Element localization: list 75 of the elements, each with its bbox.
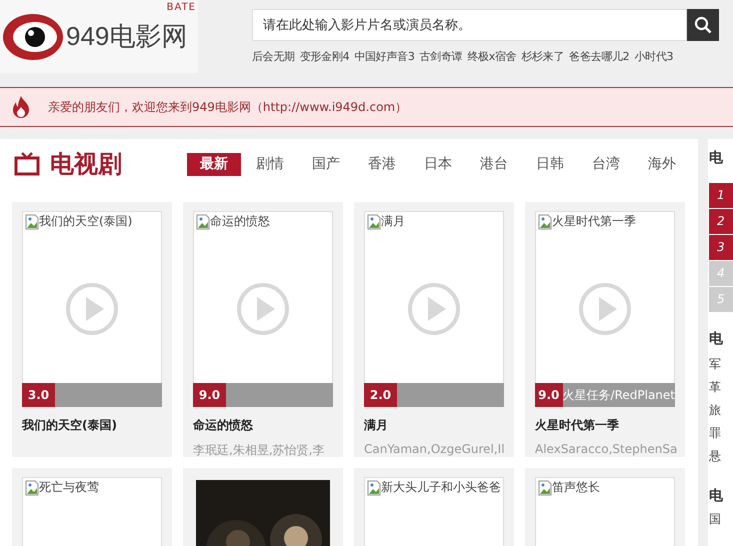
beta-label: BATE (166, 2, 196, 13)
sidebar-heading: 电 (708, 330, 724, 349)
broken-image-icon (367, 214, 381, 230)
actor-list: AlexSaracco,StephenSa (535, 442, 675, 456)
rank-number: 3 (709, 235, 733, 260)
hot-search-link[interactable]: 终极x宿舍 (467, 49, 516, 64)
movie-card[interactable]: 我们的天空(泰国) 3.0 我们的天空(泰国) (12, 202, 172, 457)
genre-link[interactable]: 军 (708, 356, 733, 379)
movie-card[interactable]: 火星时代第一季 9.0 火星任务/RedPlanet 火星时代第一季 AlexSaracco,StephenSa (525, 202, 685, 457)
hot-search-link[interactable]: 爸爸去哪儿2 (569, 49, 630, 64)
image-alt-text: 命运的愤怒 (210, 214, 270, 229)
movie-card[interactable]: 笛声悠长 (525, 468, 685, 546)
category-tab[interactable]: 日韩 (523, 152, 577, 176)
movie-card[interactable]: 死亡与夜莺 (12, 468, 172, 546)
search-icon (694, 16, 712, 34)
broken-image-icon (367, 480, 381, 496)
genre-link[interactable]: 革 (708, 379, 733, 402)
sidebar-heading: 电 (708, 149, 724, 168)
category-tab[interactable]: 海外 (635, 152, 689, 176)
tv-icon (14, 152, 40, 176)
category-tab[interactable]: 日本 (411, 152, 465, 176)
movie-card[interactable]: 新大头儿子和小头爸爸 (354, 468, 514, 546)
movie-title[interactable]: 命运的愤怒 (193, 417, 333, 434)
hot-search-link[interactable]: 古剑奇谭 (420, 49, 462, 64)
category-tab[interactable]: 台湾 (579, 152, 633, 176)
movie-title[interactable]: 满月 (364, 417, 504, 434)
search-field[interactable]: 请在此处输入影片片名或演员名称。 (252, 9, 687, 41)
movie-card[interactable]: 满月 2.0 满月 CanYaman,OzgeGurel,Il (354, 202, 514, 457)
score-badge: 9.0 (535, 383, 563, 407)
score-badge: 3.0 (22, 383, 55, 407)
genre-link[interactable]: 旅 (708, 402, 733, 425)
category-tab[interactable]: 香港 (355, 152, 409, 176)
logo-text[interactable]: 949电影网 (66, 19, 188, 54)
flame-icon (10, 95, 32, 119)
hot-search-link[interactable]: 后会无期 (252, 49, 295, 64)
movie-title[interactable]: 火星时代第一季 (535, 417, 675, 434)
rank-number: 1 (709, 183, 733, 208)
movie-title[interactable]: 我们的天空(泰国) (22, 417, 162, 434)
play-icon (407, 282, 461, 336)
score-badge: 9.0 (193, 383, 226, 407)
image-alt-text: 我们的天空(泰国) (39, 214, 132, 229)
hot-search-link[interactable]: 中国好声音3 (354, 49, 415, 64)
broken-image-icon (25, 480, 39, 496)
poster-caption: 火星任务/RedPlanet (562, 386, 675, 404)
genre-link[interactable]: 国 (708, 511, 733, 534)
hot-search-link[interactable]: 杉杉来了 (521, 49, 564, 64)
category-tab[interactable]: 港台 (467, 152, 521, 176)
actor-list: 李珉廷,朱相昱,苏怡贤,李 (193, 442, 333, 459)
broken-image-icon (538, 214, 552, 230)
section-title: 电视剧 (50, 149, 123, 180)
play-icon (578, 282, 632, 336)
image-alt-text: 满月 (381, 214, 405, 229)
broken-image-icon (196, 214, 210, 230)
hot-search-link[interactable]: 变形金刚4 (300, 49, 350, 64)
sidebar-heading: 电 (708, 487, 724, 506)
play-icon (236, 282, 290, 336)
actor-list: CanYaman,OzgeGurel,Il (364, 442, 504, 456)
movie-card[interactable]: 命运的愤怒 9.0 命运的愤怒 李珉廷,朱相昱,苏怡贤,李 (183, 202, 343, 457)
category-tab[interactable]: 最新 (187, 152, 241, 176)
play-icon (65, 282, 119, 336)
image-alt-text: 火星时代第一季 (552, 214, 636, 229)
broken-image-icon (25, 214, 39, 230)
hot-search-link[interactable]: 小时代3 (634, 49, 674, 64)
image-alt-text: 笛声悠长 (552, 480, 600, 495)
rank-number: 2 (709, 209, 733, 234)
genre-link[interactable]: 悬 (708, 448, 733, 471)
welcome-text: 亲爱的朋友们，欢迎您来到949电影网（http://www.i949d.com） (48, 98, 408, 116)
category-tab[interactable]: 国产 (299, 152, 353, 176)
score-badge: 2.0 (364, 383, 397, 407)
search-button[interactable] (687, 9, 719, 41)
image-alt-text: 新大头儿子和小头爸爸 (381, 480, 501, 495)
broken-image-icon (538, 480, 552, 496)
genre-link[interactable]: 罪 (708, 425, 733, 448)
image-alt-text: 死亡与夜莺 (39, 480, 99, 495)
category-tab[interactable]: 剧情 (243, 152, 297, 176)
